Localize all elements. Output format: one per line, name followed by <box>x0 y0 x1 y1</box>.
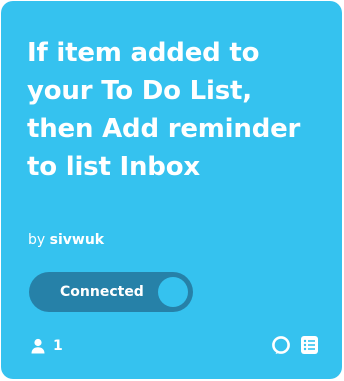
user-icon <box>31 338 45 354</box>
reminders-icon <box>301 336 318 354</box>
author-name: sivwuk <box>49 232 105 248</box>
author-line: by sivwuk <box>28 230 104 250</box>
author-prefix: by <box>28 232 46 248</box>
applet-title: If item added to your To Do List, then A… <box>27 38 301 182</box>
toggle-knob <box>158 277 188 307</box>
service-icons <box>262 335 319 355</box>
applet-card[interactable]: If item added to your To Do List, then A… <box>1 1 342 379</box>
user-count: 1 <box>31 336 63 356</box>
user-count-value: 1 <box>53 338 63 354</box>
connected-toggle[interactable]: Connected <box>29 272 193 312</box>
alexa-icon <box>272 336 290 354</box>
toggle-label: Connected <box>60 284 144 300</box>
